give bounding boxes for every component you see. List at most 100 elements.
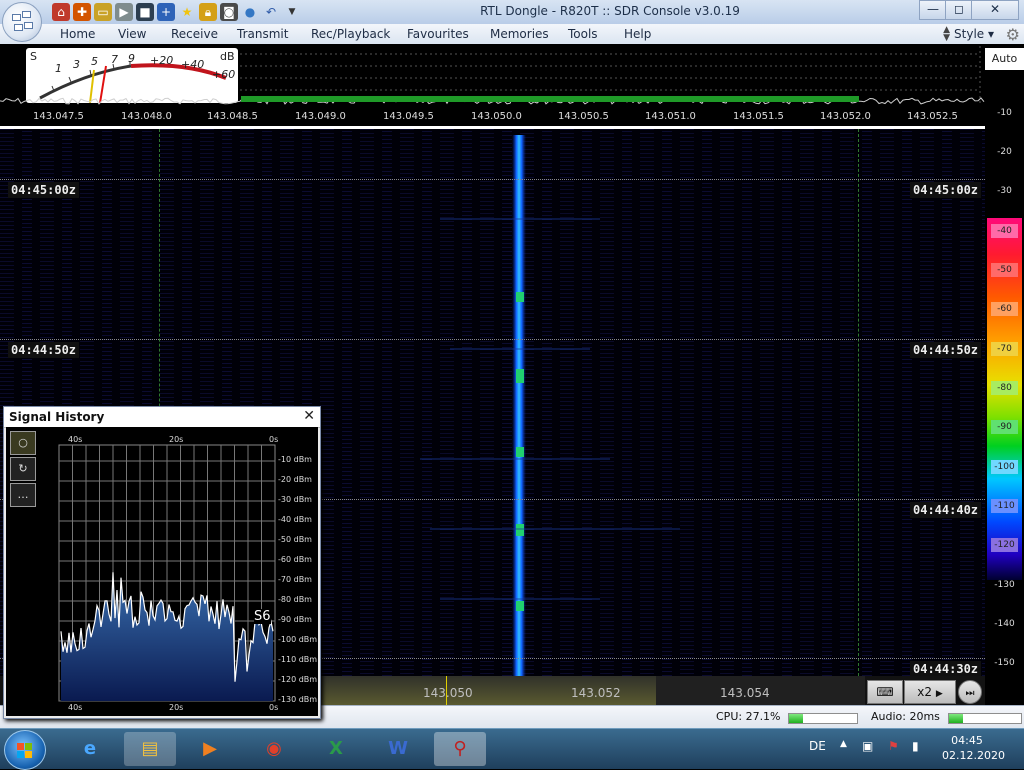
freq-tick: 143.050.0 [471, 111, 522, 122]
style-menu[interactable]: Style ▾ [954, 27, 994, 41]
tab-favourites[interactable]: Favourites [407, 27, 469, 41]
signal-history-body: 40s 20s 0s 40s 20s 0s -10 dBm -20 dBm -30 … [6, 427, 318, 716]
time-axis-label: 20s [169, 435, 184, 444]
app-menu-orb[interactable] [2, 2, 42, 42]
system-clock[interactable]: 04:45 02.12.2020 [942, 733, 1005, 763]
freq-tick: 143.049.5 [383, 111, 434, 122]
audio-meter [948, 713, 1022, 724]
level-label: -150 [994, 658, 1015, 668]
s-meter-mark: +40 [181, 58, 205, 71]
refresh-button[interactable]: ↻ [10, 457, 36, 481]
chrome-icon[interactable]: ◉ [248, 732, 300, 766]
circle-icon: ○ [18, 436, 28, 449]
close-button[interactable]: ✕ [971, 0, 1019, 20]
signal-history-window[interactable]: Signal History ✕ 40s 20s 0s 40s 20s 0s -… [3, 406, 321, 719]
word-icon[interactable]: W [372, 732, 424, 766]
colorbar-label: -90 [991, 420, 1018, 434]
dbm-label: -50 dBm [278, 535, 312, 544]
start-button[interactable] [4, 730, 46, 770]
show-hidden-icons-icon[interactable]: ▲ [840, 739, 847, 749]
s-meter-db-label: dB [220, 50, 235, 63]
passband-indicator[interactable] [241, 96, 859, 102]
audio-meter-fill [949, 714, 964, 723]
dbm-label: -60 dBm [278, 555, 312, 564]
network-icon[interactable]: ▮ [912, 739, 919, 753]
freq-tick: 143.051.5 [733, 111, 784, 122]
signal-history-titlebar[interactable]: Signal History ✕ [4, 407, 320, 428]
tab-rec-playback[interactable]: Rec/Playback [311, 27, 390, 41]
record-button[interactable]: ○ [10, 431, 36, 455]
more-button[interactable]: … [10, 483, 36, 507]
minimize-button[interactable]: — [919, 0, 947, 20]
colorbar-label: -70 [991, 342, 1018, 356]
cpu-meter [788, 713, 858, 724]
style-label: Style [954, 27, 985, 41]
windows-explorer-icon[interactable]: ▤ [124, 732, 176, 766]
freq-tick: 143.052.5 [907, 111, 958, 122]
tuning-scale[interactable]: 143.050 143.052 143.054 [320, 676, 865, 705]
style-arrows-icon[interactable]: ▲ ▼ [943, 26, 950, 43]
audio-status: Audio: 20ms [871, 710, 940, 723]
tab-transmit[interactable]: Transmit [237, 27, 288, 41]
tuning-label: 143.054 [720, 686, 770, 700]
skip-icon: ⏭ [965, 688, 975, 699]
usb-icon[interactable]: ▣ [862, 739, 873, 753]
internet-explorer-icon[interactable]: e [64, 732, 116, 766]
flag-icon[interactable]: ⚑ [888, 739, 899, 753]
bandwidth-marker-right [858, 129, 859, 676]
colorbar-label: -110 [991, 499, 1018, 513]
cpu-meter-fill [789, 714, 803, 723]
s-unit-readout: S6 [254, 609, 271, 624]
tab-view[interactable]: View [118, 27, 146, 41]
zoom-button[interactable]: x2 ▶ [904, 680, 956, 704]
tab-memories[interactable]: Memories [490, 27, 549, 41]
clock-date: 02.12.2020 [942, 749, 1005, 762]
media-player-icon[interactable]: ▶ [184, 732, 236, 766]
tuning-label: 143.052 [571, 686, 621, 700]
time-label-left: 04:44:50z [8, 342, 80, 358]
time-label-right: 04:45:00z [910, 182, 982, 198]
time-gridline [0, 339, 985, 340]
refresh-icon: ↻ [18, 462, 28, 475]
dbm-label: -130 dBm [278, 695, 318, 704]
time-label-left: 04:45:00z [8, 182, 80, 198]
colorbar-label: -40 [991, 224, 1018, 238]
excel-icon[interactable]: X [310, 732, 362, 766]
tab-home[interactable]: Home [60, 27, 95, 41]
s-meter-mark: +20 [150, 54, 174, 67]
time-axis-label: 40s [68, 703, 83, 712]
dbm-label: -40 dBm [278, 515, 312, 524]
restore-button[interactable]: ◻ [945, 0, 973, 20]
tab-tools[interactable]: Tools [568, 27, 598, 41]
next-button[interactable]: ⏭ [958, 680, 982, 704]
language-indicator[interactable]: DE [809, 739, 826, 753]
s-meter-mark: 5 [91, 55, 98, 68]
dbm-label: -30 dBm [278, 495, 312, 504]
level-label: -130 [994, 580, 1015, 590]
tab-receive[interactable]: Receive [171, 27, 218, 41]
dbm-label: -120 dBm [278, 675, 318, 684]
colorbar-label: -120 [991, 538, 1018, 552]
keyboard-button[interactable]: ⌨ [867, 680, 903, 704]
gear-icon[interactable]: ⚙ [1006, 25, 1020, 44]
sdr-console-icon[interactable]: ⚲ [434, 732, 486, 766]
s-meter-s-label: S [30, 50, 37, 63]
s-meter-mark: 1 [55, 62, 62, 75]
time-label-right: 04:44:30z [910, 661, 982, 676]
tab-help[interactable]: Help [624, 27, 651, 41]
freq-tick: 143.048.5 [207, 111, 258, 122]
windows-logo-icon [17, 751, 24, 758]
play-arrow-icon: ▶ [935, 689, 943, 699]
freq-tick: 143.048.0 [121, 111, 172, 122]
close-icon[interactable]: ✕ [303, 408, 315, 424]
time-label-right: 04:44:50z [910, 342, 982, 358]
s-meter-mark: +60 [212, 68, 236, 81]
freq-tick: 143.052.0 [820, 111, 871, 122]
auto-level-button[interactable]: Auto [985, 48, 1024, 70]
s-meter-mark: 7 [111, 53, 118, 66]
time-axis-label: 20s [169, 703, 184, 712]
dbm-label: -10 dBm [278, 455, 312, 464]
window-title: RTL Dongle - R820T :: SDR Console v3.0.1… [480, 4, 740, 18]
level-label: -20 [997, 147, 1012, 157]
freq-tick: 143.051.0 [645, 111, 696, 122]
